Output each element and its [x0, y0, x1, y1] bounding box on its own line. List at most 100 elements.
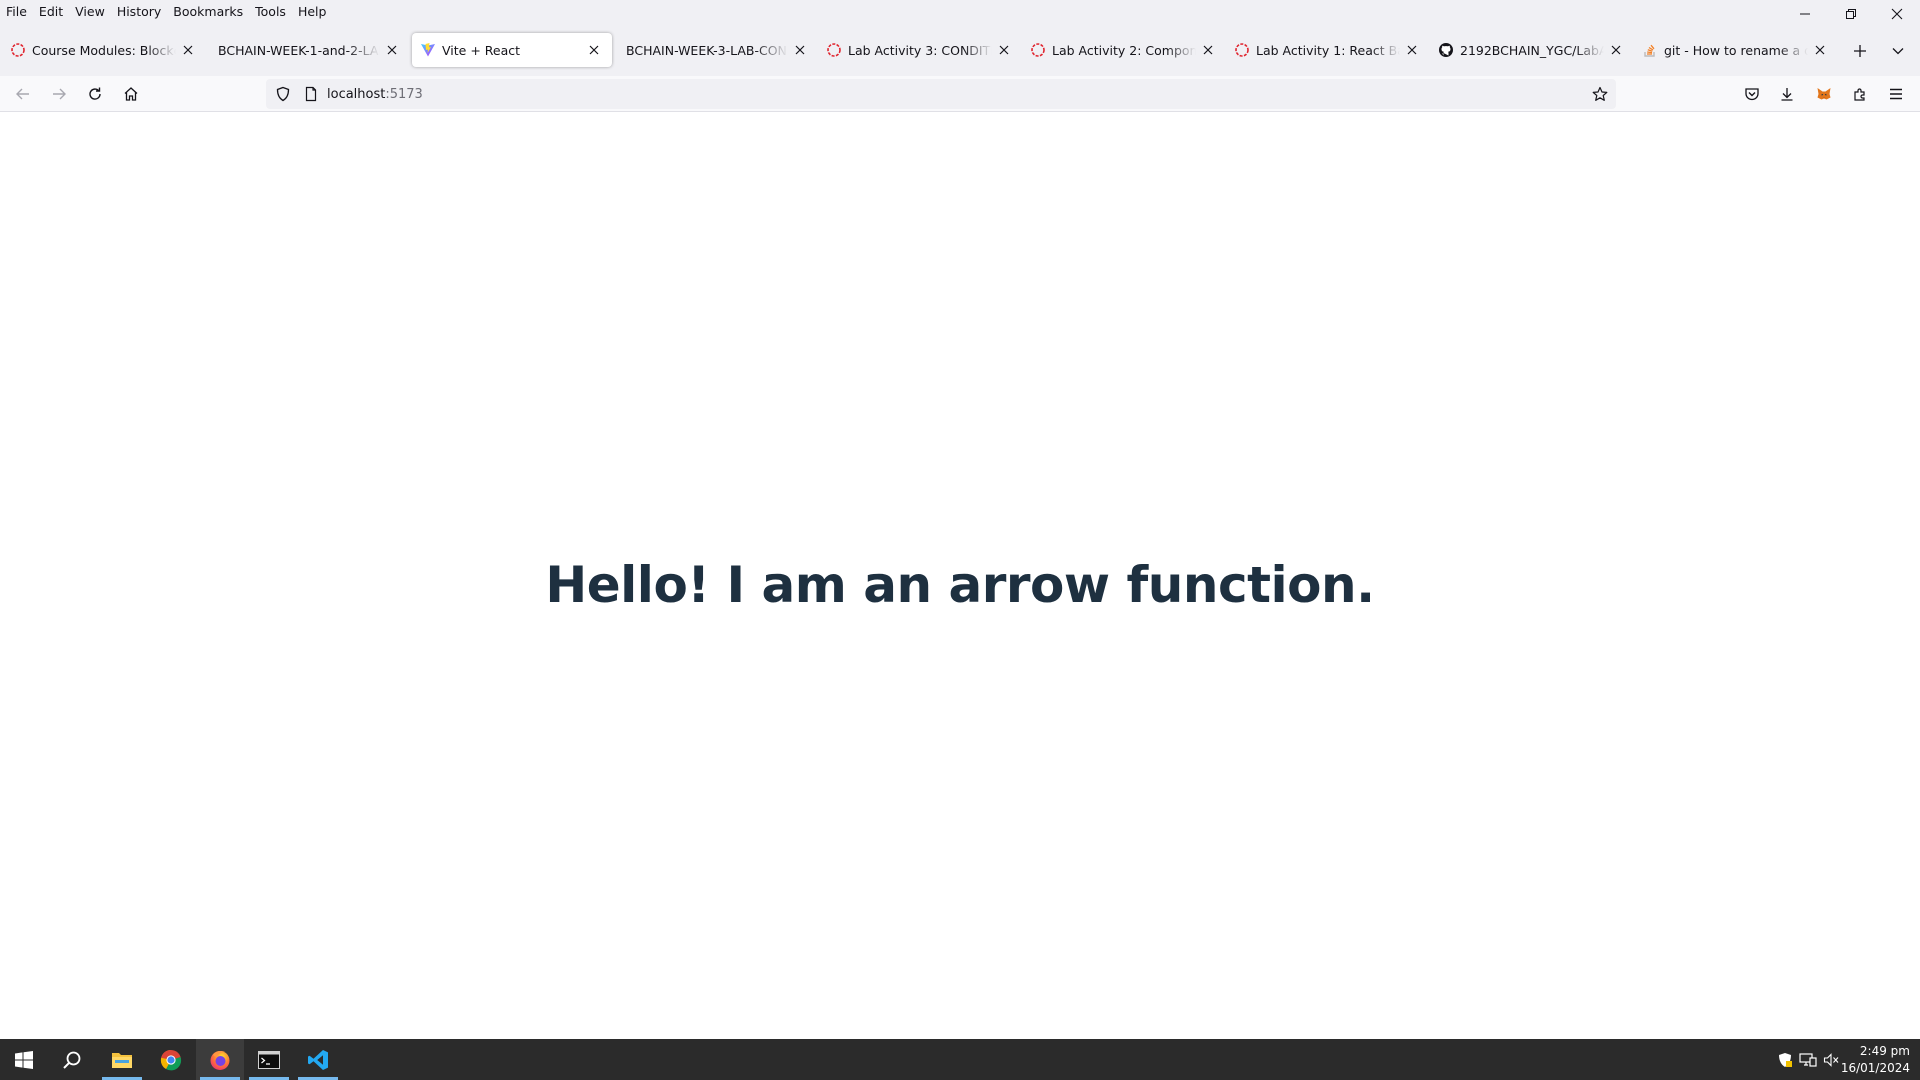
new-tab-button[interactable] — [1846, 37, 1874, 65]
taskbar-terminal[interactable] — [245, 1039, 293, 1080]
close-icon — [999, 45, 1009, 55]
chrome-icon — [160, 1049, 182, 1070]
tab-close-button[interactable] — [1810, 40, 1830, 60]
tab-close-button[interactable] — [1198, 40, 1218, 60]
tab-close-button[interactable] — [584, 40, 604, 60]
minimize-icon — [1800, 13, 1810, 15]
tab-title: Lab Activity 3: CONDITIONAL — [848, 42, 992, 58]
taskbar-vscode[interactable] — [294, 1039, 342, 1080]
tab-close-button[interactable] — [1606, 40, 1626, 60]
reload-icon — [89, 87, 101, 100]
tracking-protection-shield-icon[interactable] — [275, 86, 291, 102]
close-icon — [589, 45, 599, 55]
tab-lab-activity-1[interactable]: Lab Activity 1: React Basics — [1226, 33, 1430, 67]
puzzle-piece-icon — [1854, 88, 1865, 101]
taskbar-clock[interactable]: 2:49 pm 16/01/2024 — [1841, 1043, 1910, 1077]
hamburger-menu-icon — [1890, 88, 1902, 100]
bookmark-star-icon[interactable] — [1592, 86, 1608, 102]
taskbar-firefox[interactable] — [196, 1039, 244, 1080]
tab-lab-activity-3[interactable]: Lab Activity 3: CONDITIONAL — [818, 33, 1022, 67]
clock-time: 2:49 pm — [1859, 1044, 1910, 1058]
tab-title: BCHAIN-WEEK-3-LAB-CONDITIO — [626, 42, 788, 58]
close-icon — [183, 45, 193, 55]
canvas-lms-icon — [1234, 42, 1250, 58]
downloads-button[interactable] — [1773, 80, 1801, 108]
tab-close-button[interactable] — [382, 40, 402, 60]
tab-title: Lab Activity 1: React Basics — [1256, 42, 1400, 58]
close-icon — [1407, 45, 1417, 55]
canvas-lms-icon — [10, 42, 26, 58]
start-button[interactable] — [0, 1039, 48, 1080]
menu-file[interactable]: File — [0, 2, 33, 22]
vscode-icon — [308, 1049, 328, 1070]
tab-github-lab-activity[interactable]: 2192BCHAIN_YGC/LabActivity — [1430, 33, 1634, 67]
page-info-icon[interactable] — [303, 86, 319, 102]
tab-close-button[interactable] — [178, 40, 198, 60]
tab-title: BCHAIN-WEEK-1-and-2-LAB-RE — [218, 42, 380, 58]
menu-edit[interactable]: Edit — [33, 2, 69, 22]
start-icon — [15, 1050, 33, 1069]
tab-vite-react[interactable]: Vite + React — [412, 33, 612, 67]
reload-button[interactable] — [81, 80, 109, 108]
close-icon — [1611, 45, 1621, 55]
tab-title: git - How to rename a directory — [1664, 42, 1808, 58]
network-icon[interactable] — [1799, 1051, 1817, 1069]
url-bar[interactable]: localhost:5173 — [266, 79, 1616, 109]
volume-muted-icon[interactable] — [1822, 1051, 1840, 1069]
plus-icon — [1854, 45, 1866, 57]
download-icon — [1781, 88, 1793, 101]
close-icon — [387, 45, 397, 55]
menu-tools[interactable]: Tools — [249, 2, 292, 22]
pocket-button[interactable] — [1738, 80, 1766, 108]
metamask-extension-button[interactable] — [1810, 80, 1838, 108]
terminal-icon — [258, 1050, 280, 1069]
menu-view[interactable]: View — [69, 2, 111, 22]
extensions-button[interactable] — [1846, 80, 1874, 108]
menu-bookmarks[interactable]: Bookmarks — [167, 2, 249, 22]
close-icon — [1203, 45, 1213, 55]
firefox-icon — [210, 1050, 230, 1070]
tab-title: Course Modules: Blockchain — [32, 42, 176, 58]
close-icon — [1891, 8, 1903, 20]
canvas-lms-icon — [826, 42, 842, 58]
tab-strip: Course Modules: Blockchain BCHAIN-WEEK-1… — [0, 24, 1920, 76]
tab-close-button[interactable] — [1402, 40, 1422, 60]
arrow-left-icon — [16, 88, 29, 100]
file-explorer-icon — [112, 1052, 132, 1068]
github-icon — [1438, 42, 1454, 58]
home-icon — [124, 87, 138, 101]
home-button[interactable] — [117, 80, 145, 108]
tab-stackoverflow-git[interactable]: git - How to rename a directory — [1634, 33, 1838, 67]
restore-icon — [1846, 9, 1856, 19]
url-port: :5173 — [385, 86, 423, 102]
url-text[interactable]: localhost:5173 — [327, 87, 423, 102]
tab-lab-activity-2[interactable]: Lab Activity 2: Components — [1022, 33, 1226, 67]
windows-taskbar: 2:49 pm 16/01/2024 — [0, 1039, 1920, 1080]
tab-close-button[interactable] — [790, 40, 810, 60]
close-icon — [1815, 45, 1825, 55]
forward-button[interactable] — [45, 80, 73, 108]
url-host: localhost — [327, 86, 386, 102]
arrow-right-icon — [53, 88, 66, 100]
back-button[interactable] — [9, 80, 37, 108]
menu-help[interactable]: Help — [292, 2, 333, 22]
vite-icon — [420, 42, 436, 58]
app-menu-button[interactable] — [1882, 80, 1910, 108]
search-button[interactable] — [48, 1039, 96, 1080]
pocket-icon — [1745, 88, 1759, 101]
tab-bchain-week-1-2[interactable]: BCHAIN-WEEK-1-and-2-LAB-RE — [206, 33, 410, 67]
list-all-tabs-button[interactable] — [1884, 37, 1912, 65]
tab-close-button[interactable] — [994, 40, 1014, 60]
taskbar-chrome[interactable] — [147, 1039, 195, 1080]
menu-history[interactable]: History — [111, 2, 167, 22]
tab-title: Lab Activity 2: Components — [1052, 42, 1196, 58]
chevron-down-icon — [1892, 48, 1904, 55]
metamask-fox-icon — [1817, 88, 1831, 100]
clock-date: 16/01/2024 — [1840, 1061, 1910, 1075]
tab-course-modules[interactable]: Course Modules: Blockchain — [2, 33, 206, 67]
canvas-lms-icon — [1030, 42, 1046, 58]
tab-bchain-week-3[interactable]: BCHAIN-WEEK-3-LAB-CONDITIO — [614, 33, 818, 67]
taskbar-file-explorer[interactable] — [98, 1039, 146, 1080]
navigation-toolbar: localhost:5173 — [0, 76, 1920, 112]
windows-security-icon[interactable] — [1776, 1051, 1794, 1069]
